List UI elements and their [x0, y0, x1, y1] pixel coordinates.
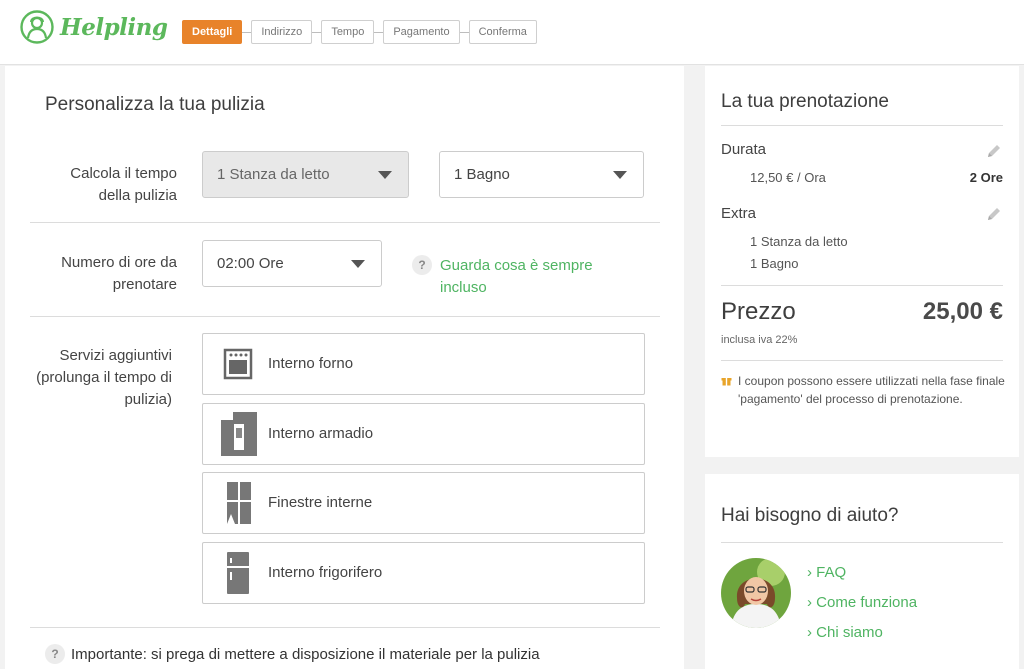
booking-summary-card: La tua prenotazione Durata 12,50 € / Ora… — [705, 66, 1019, 457]
helpling-logo[interactable]: Helpling — [20, 10, 168, 44]
fridge-icon — [227, 552, 249, 594]
top-header: Helpling Dettagli Indirizzo Tempo Pagame… — [0, 0, 1024, 65]
brand-name: Helpling — [60, 13, 168, 41]
step-separator — [374, 31, 384, 33]
booking-title: La tua prenotazione — [721, 91, 889, 112]
service-label: Interno frigorifero — [268, 564, 383, 581]
service-label: Interno armadio — [268, 425, 374, 442]
wardrobe-icon — [221, 412, 257, 456]
included-help[interactable]: ? Guarda cosa è sempre incluso — [412, 255, 620, 299]
cleaning-form-card: Personalizza la tua pulizia Calcola il t… — [5, 66, 684, 669]
hourly-rate: 12,50 € / Ora — [750, 170, 826, 185]
calc-time-label: Calcola il tempo della pulizia — [70, 165, 177, 204]
faq-link[interactable]: › FAQ — [807, 558, 917, 588]
step-separator — [242, 31, 252, 33]
bathroom-select-value: 1 Bagno — [454, 166, 510, 183]
step-tempo[interactable]: Tempo — [321, 20, 375, 44]
coupon-text: I coupon possono essere utilizzati nella… — [738, 374, 1005, 406]
how-it-works-link[interactable]: › Come funziona — [807, 588, 917, 618]
vat-note: inclusa iva 22% — [721, 334, 798, 346]
divider — [30, 627, 660, 628]
included-help-link[interactable]: Guarda cosa è sempre incluso — [440, 255, 620, 299]
question-mark-icon: ? — [412, 255, 432, 275]
divider — [721, 285, 1003, 286]
step-conferma[interactable]: Conferma — [468, 20, 537, 44]
step-pagamento[interactable]: Pagamento — [383, 20, 460, 44]
step-separator — [459, 31, 469, 33]
service-label: Finestre interne — [268, 494, 373, 511]
bedroom-select[interactable]: 1 Stanza da letto — [202, 151, 409, 198]
important-notice: ? Importante: si prega di mettere a disp… — [45, 644, 540, 664]
services-label: Servizi aggiuntivi (prolunga il tempo di… — [36, 347, 172, 408]
hours-label: Numero di ore da prenotare — [61, 254, 177, 293]
service-oven[interactable]: Interno forno — [202, 333, 645, 395]
step-separator — [312, 31, 322, 33]
divider — [30, 316, 660, 317]
service-windows[interactable]: Finestre interne — [202, 472, 645, 534]
page-title: Personalizza la tua pulizia — [45, 94, 265, 115]
progress-steps: Dettagli Indirizzo Tempo Pagamento Confe… — [182, 20, 537, 44]
duration-value: 2 Ore — [969, 170, 1003, 185]
extra-item: 1 Stanza da letto — [750, 234, 848, 249]
chevron-down-icon — [613, 171, 627, 179]
helpling-mascot-icon — [20, 10, 54, 44]
duration-label: Durata — [721, 141, 767, 158]
coupon-note: I coupon possono essere utilizzati nella… — [721, 372, 1005, 408]
step-dettagli[interactable]: Dettagli — [182, 20, 243, 44]
service-label: Interno forno — [268, 355, 354, 372]
divider — [721, 125, 1003, 126]
chevron-down-icon — [351, 260, 365, 268]
pencil-icon[interactable] — [985, 205, 1003, 223]
divider — [721, 542, 1003, 543]
help-links: › FAQ › Come funziona › Chi siamo — [807, 558, 917, 648]
chevron-down-icon — [378, 171, 392, 179]
service-wardrobe[interactable]: Interno armadio — [202, 403, 645, 465]
gift-icon — [721, 378, 732, 386]
bathroom-select[interactable]: 1 Bagno — [439, 151, 644, 198]
price-value: 25,00 € — [922, 298, 1003, 325]
service-fridge[interactable]: Interno frigorifero — [202, 542, 645, 604]
divider — [721, 360, 1003, 361]
oven-icon — [223, 348, 253, 380]
about-us-link[interactable]: › Chi siamo — [807, 618, 917, 648]
bedroom-select-value: 1 Stanza da letto — [217, 166, 330, 183]
hours-select-value: 02:00 Ore — [217, 255, 284, 272]
question-mark-icon: ? — [45, 644, 65, 664]
extra-item: 1 Bagno — [750, 256, 799, 271]
hours-select[interactable]: 02:00 Ore — [202, 240, 382, 287]
divider — [30, 222, 660, 223]
notice-text: Importante: si prega di mettere a dispos… — [71, 645, 540, 663]
step-indirizzo[interactable]: Indirizzo — [251, 20, 313, 44]
price-label: Prezzo — [721, 298, 796, 325]
support-agent-avatar — [721, 558, 791, 628]
window-icon — [227, 482, 251, 524]
help-title: Hai bisogno di aiuto? — [721, 505, 899, 526]
help-card: Hai bisogno di aiuto? › FAQ › Come funzi… — [705, 474, 1019, 669]
extra-label: Extra — [721, 205, 757, 222]
pencil-icon[interactable] — [985, 142, 1003, 160]
support-agent-icon — [721, 558, 791, 628]
